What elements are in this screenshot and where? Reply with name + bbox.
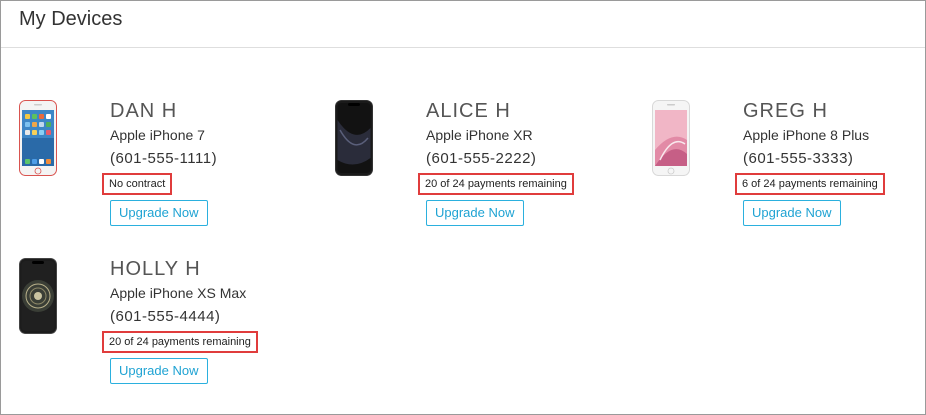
page-title: My Devices <box>19 8 123 30</box>
device-phone-number: (601-555-3333) <box>743 150 854 167</box>
iphone-xr-black-icon <box>335 100 373 176</box>
device-model: Apple iPhone XS Max <box>110 285 247 301</box>
device-owner-name: ALICE H <box>426 100 511 122</box>
device-model: Apple iPhone 7 <box>110 127 205 143</box>
device-phone-number: (601-555-1111) <box>110 150 218 167</box>
upgrade-now-button[interactable]: Upgrade Now <box>426 200 524 226</box>
panel-header: My Devices <box>1 1 925 48</box>
iphone-xs-max-icon <box>19 258 57 334</box>
upgrade-now-button[interactable]: Upgrade Now <box>110 200 208 226</box>
device-model: Apple iPhone XR <box>426 127 533 143</box>
device-card-holly: HOLLY H Apple iPhone XS Max (601-555-444… <box>19 258 319 398</box>
iphone-8-plus-silver-icon <box>652 100 690 176</box>
device-owner-name: DAN H <box>110 100 178 122</box>
contract-status-badge: 20 of 24 payments remaining <box>418 173 574 195</box>
device-card-greg: GREG H Apple iPhone 8 Plus (601-555-3333… <box>652 100 926 240</box>
device-owner-name: GREG H <box>743 100 828 122</box>
device-phone-number: (601-555-2222) <box>426 150 537 167</box>
contract-status-badge: 20 of 24 payments remaining <box>102 331 258 353</box>
iphone-7-red-icon <box>19 100 57 176</box>
upgrade-now-button[interactable]: Upgrade Now <box>743 200 841 226</box>
device-card-dan: DAN H Apple iPhone 7 (601-555-1111) No c… <box>19 100 319 240</box>
device-owner-name: HOLLY H <box>110 258 201 280</box>
contract-status-badge: 6 of 24 payments remaining <box>735 173 885 195</box>
contract-status-badge: No contract <box>102 173 173 195</box>
device-phone-number: (601-555-4444) <box>110 308 221 325</box>
device-model: Apple iPhone 8 Plus <box>743 127 870 143</box>
upgrade-now-button[interactable]: Upgrade Now <box>110 358 208 384</box>
my-devices-panel: My Devices DAN H Apple iPhone 7 (601-555… <box>0 0 926 415</box>
device-card-alice: ALICE H Apple iPhone XR (601-555-2222) 2… <box>335 100 635 240</box>
